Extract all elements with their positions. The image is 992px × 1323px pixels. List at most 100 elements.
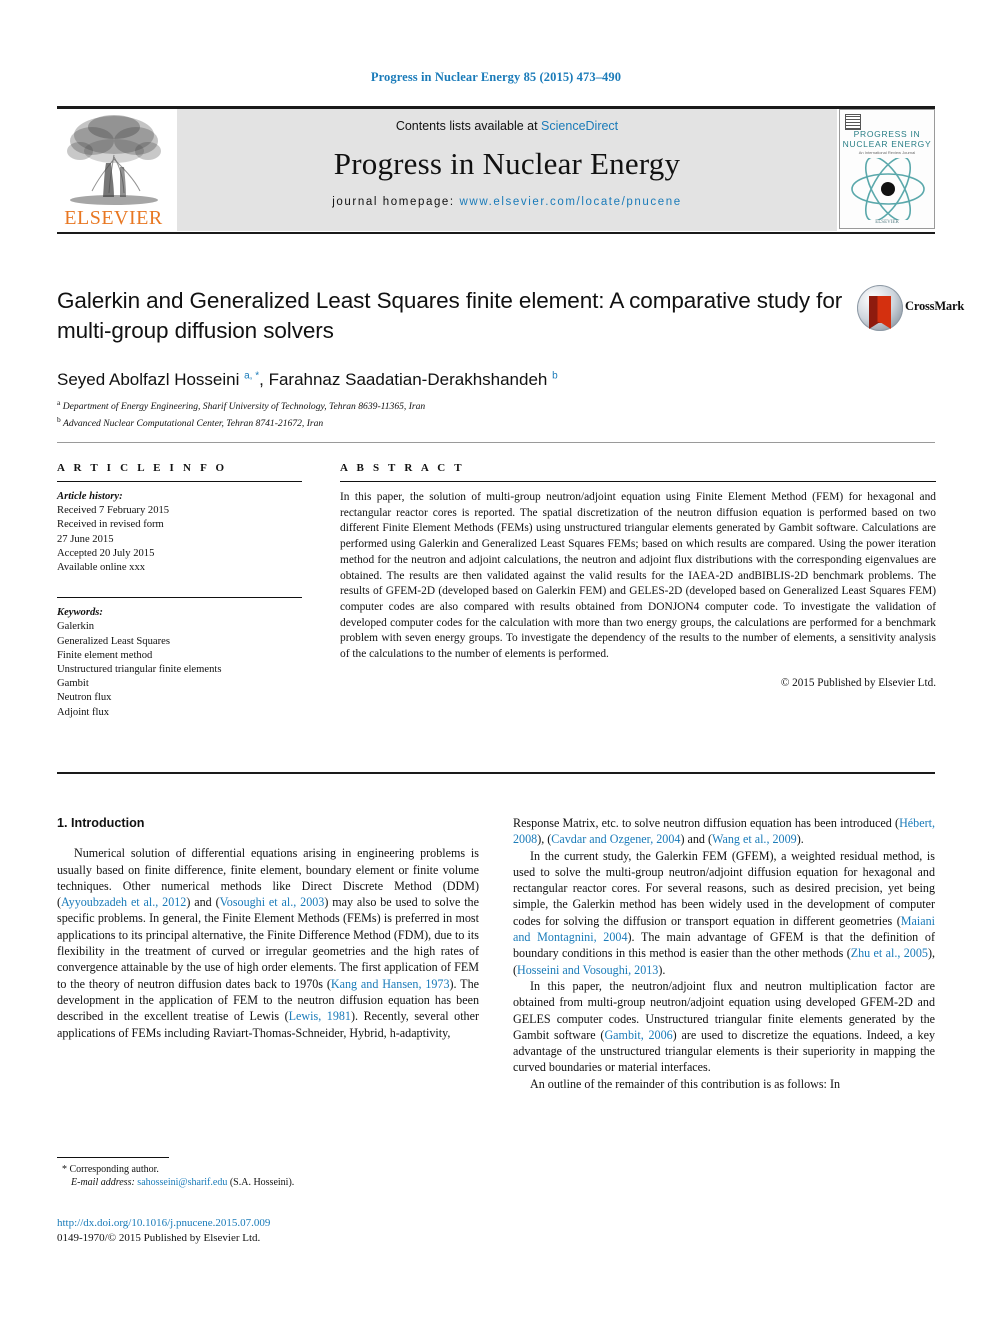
intro-paragraph-right-3: In this paper, the neutron/adjoint flux … — [513, 978, 935, 1076]
issn-copyright: 0149-1970/© 2015 Published by Elsevier L… — [57, 1232, 261, 1244]
keyword-item: Galerkin — [57, 621, 95, 633]
body-column-right: Response Matrix, etc. to solve neutron d… — [513, 815, 935, 1092]
article-info-heading: A R T I C L E I N F O — [57, 462, 228, 474]
running-head: Progress in Nuclear Energy 85 (2015) 473… — [370, 70, 622, 84]
history-item: Accepted 20 July 2015 — [57, 547, 155, 559]
intro-paragraph-right-1: Response Matrix, etc. to solve neutron d… — [513, 815, 935, 848]
keywords-divider — [57, 597, 302, 599]
keywords-block: Keywords: Galerkin Generalized Least Squ… — [57, 606, 302, 720]
journal-header: ELSEVIER Contents lists available at Sci… — [57, 109, 935, 231]
intro-paragraph-right-2: In the current study, the Galerkin FEM (… — [513, 848, 935, 978]
intro-paragraph-left: Numerical solution of differential equat… — [57, 845, 479, 1041]
email-label: E-mail address: — [71, 1177, 135, 1189]
intro-text-b: ) and ( — [186, 895, 220, 910]
keywords-label: Keywords: — [57, 607, 103, 619]
abstract-divider — [340, 481, 936, 482]
homepage-prefix: journal homepage: — [332, 196, 460, 208]
keyword-item: Finite element method — [57, 649, 153, 661]
citation-wang[interactable]: Wang et al., 2009 — [712, 832, 797, 846]
info-block-bottom-rule — [57, 772, 935, 774]
contents-prefix: Contents lists available at — [395, 119, 542, 133]
citation-zhu[interactable]: Zhu et al., 2005 — [851, 946, 928, 960]
keyword-item: Neutron flux — [57, 692, 112, 704]
history-item: Received 7 February 2015 — [57, 505, 170, 517]
header-bottom-rule — [57, 232, 935, 234]
journal-article-page: Progress in Nuclear Energy 85 (2015) 473… — [0, 0, 992, 1323]
affiliation-b-text: Advanced Nuclear Computational Center, T… — [60, 418, 324, 430]
abstract-text: In this paper, the solution of multi-gro… — [340, 491, 936, 661]
right-text-d: ). — [796, 832, 804, 847]
corresponding-author-line: * Corresponding author. — [57, 1163, 477, 1176]
affiliations: a Department of Energy Engineering, Shar… — [57, 396, 847, 430]
crossmark-book-shape — [869, 296, 891, 329]
journal-homepage-line: journal homepage: www.elsevier.com/locat… — [332, 196, 681, 208]
keyword-item: Adjoint flux — [57, 706, 110, 718]
right-text-c: ) and ( — [680, 832, 713, 847]
author-1-affil-marker[interactable]: a, * — [244, 370, 259, 381]
right-text-a: Response Matrix, etc. to solve neutron d… — [513, 816, 900, 830]
crossmark-badge[interactable]: CrossMark — [857, 281, 964, 339]
author-list: Seyed Abolfazl Hosseini a, *, Farahnaz S… — [57, 370, 847, 390]
citation-ayyoubzadeh[interactable]: Ayyoubzadeh et al., 2012 — [61, 895, 186, 909]
elsevier-wordmark: ELSEVIER — [64, 207, 163, 229]
cover-publisher-icon — [845, 114, 861, 130]
right2-text-d: ). — [658, 962, 666, 977]
keyword-item: Generalized Least Squares — [57, 635, 170, 647]
affiliation-a: a Department of Energy Engineering, Shar… — [57, 396, 847, 413]
cover-subtitle: An International Review Journal — [858, 150, 916, 155]
doi-block: http://dx.doi.org/10.1016/j.pnucene.2015… — [57, 1216, 477, 1246]
abstract-heading: A B S T R A C T — [340, 462, 465, 474]
history-item: 27 June 2015 — [57, 533, 114, 545]
atom-icon — [851, 158, 925, 220]
elsevier-tree-icon — [66, 115, 161, 205]
citation-kang-hansen[interactable]: Kang and Hansen, 1973 — [331, 977, 450, 991]
citation-cavdar-ozgener[interactable]: Cavdar and Ozgener, 2004 — [551, 832, 680, 846]
elsevier-logo: ELSEVIER — [57, 109, 170, 231]
citation-vosoughi[interactable]: Vosoughi et al., 2003 — [220, 895, 325, 909]
journal-homepage-link[interactable]: www.elsevier.com/locate/pnucene — [460, 196, 682, 208]
asterisk-icon: * — [62, 1164, 67, 1175]
crossmark-icon — [857, 285, 903, 331]
cover-title-line2: NUCLEAR ENERGY — [842, 139, 932, 149]
right-text-b: ), ( — [537, 832, 552, 847]
affiliation-a-text: Department of Energy Engineering, Sharif… — [60, 401, 426, 413]
journal-title: Progress in Nuclear Energy — [333, 146, 681, 181]
article-title: Galerkin and Generalized Least Squares f… — [57, 288, 843, 343]
email-owner: (S.A. Hosseini). — [229, 1177, 295, 1189]
article-history: Article history: Received 7 February 201… — [57, 490, 302, 575]
info-block-top-rule — [57, 442, 935, 443]
section-heading-introduction: 1. Introduction — [57, 816, 145, 830]
author-2-affil-marker[interactable]: b — [552, 370, 558, 381]
citation-hosseini-vosoughi[interactable]: Hosseini and Vosoughi, 2013 — [517, 963, 658, 977]
corresponding-author-text: Corresponding author. — [69, 1164, 159, 1175]
crossmark-label: CrossMark — [905, 299, 965, 313]
body-column-left: 1. Introduction Numerical solution of di… — [57, 815, 479, 1041]
email-line: E-mail address: sahosseini@sharif.edu (S… — [57, 1176, 477, 1189]
cover-publisher-label: ELSEVIER — [875, 220, 899, 225]
article-history-label: Article history: — [57, 491, 123, 502]
citation-gambit[interactable]: Gambit, 2006 — [604, 1028, 672, 1042]
email-link[interactable]: sahosseini@sharif.edu — [137, 1177, 227, 1188]
history-item: Received in revised form — [57, 519, 164, 531]
doi-link[interactable]: http://dx.doi.org/10.1016/j.pnucene.2015… — [57, 1216, 477, 1231]
cover-title-line1: PROGRESS IN — [853, 129, 921, 139]
citation-lewis[interactable]: Lewis, 1981 — [289, 1009, 351, 1023]
article-info-divider — [57, 481, 302, 482]
right2-text-a: In the current study, the Galerkin FEM (… — [513, 848, 935, 928]
journal-cover-thumbnail: PROGRESS IN NUCLEAR ENERGY An Internatio… — [839, 109, 935, 229]
footnote-rule — [57, 1157, 169, 1158]
history-item: Available online xxx — [57, 562, 146, 574]
keyword-item: Unstructured triangular finite elements — [57, 664, 222, 676]
abstract-copyright: © 2015 Published by Elsevier Ltd. — [780, 676, 936, 689]
author-separator: , Farahnaz Saadatian-Derakhshandeh — [259, 370, 553, 389]
sciencedirect-link[interactable]: ScienceDirect — [541, 119, 618, 133]
footnote-block: * Corresponding author. E-mail address: … — [57, 1163, 477, 1190]
author-1: Seyed Abolfazl Hosseini — [57, 370, 245, 389]
article-info-column: A R T I C L E I N F O Article history: R… — [57, 462, 302, 720]
keyword-item: Gambit — [57, 678, 89, 690]
contents-line: Contents lists available at ScienceDirec… — [396, 119, 618, 133]
abstract-column: A B S T R A C T In this paper, the solut… — [340, 462, 936, 689]
intro-paragraph-right-4: An outline of the remainder of this cont… — [530, 1076, 841, 1091]
affiliation-b: b Advanced Nuclear Computational Center,… — [57, 413, 847, 430]
journal-banner: Contents lists available at ScienceDirec… — [177, 109, 837, 231]
